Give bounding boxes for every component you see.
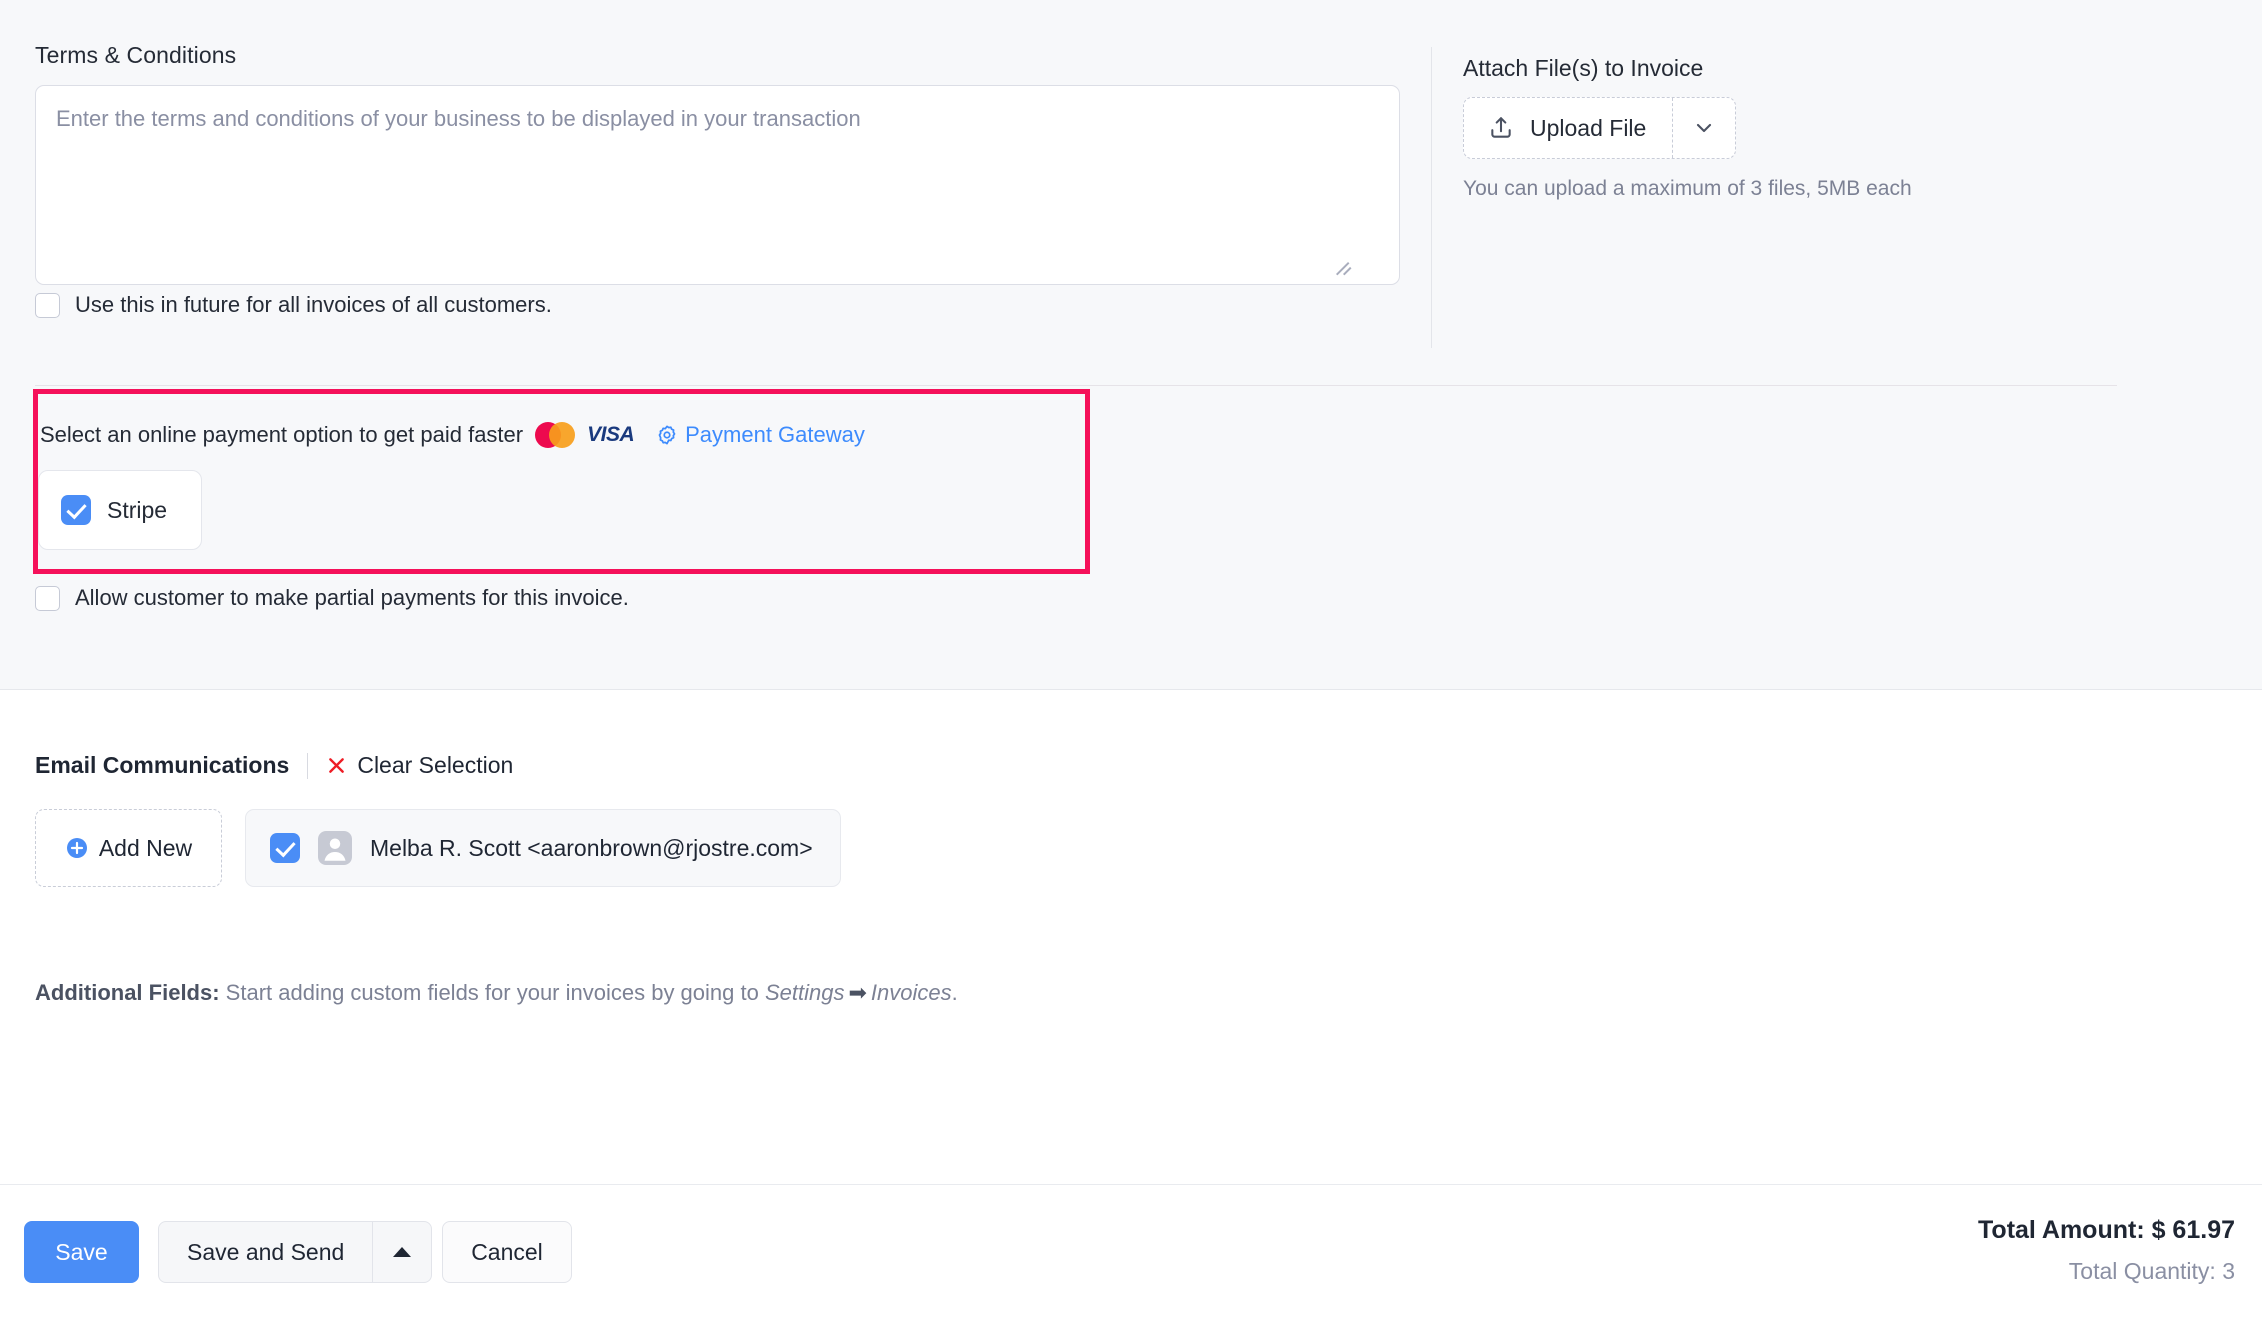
- additional-fields-suffix: .: [951, 980, 958, 1005]
- invoices-link[interactable]: Invoices: [871, 980, 952, 1005]
- payment-gateway-label: Payment Gateway: [685, 422, 865, 447]
- terms-and-attachments-section: Terms & Conditions Use this in future fo…: [0, 0, 2262, 690]
- total-amount: Total Amount: $ 61.97: [1978, 1216, 2235, 1244]
- arrow-right-icon: ➡: [848, 980, 867, 1005]
- upload-file-button[interactable]: Upload File: [1464, 98, 1674, 158]
- upload-file-button-group[interactable]: Upload File: [1463, 97, 1737, 159]
- chevron-down-icon: [1692, 116, 1716, 140]
- partial-payments-label: Allow customer to make partial payments …: [75, 585, 629, 610]
- save-and-send-options-button[interactable]: [373, 1222, 431, 1282]
- email-recipients-row: Add New Melba R. Scott <aaronbrown@rjost…: [35, 809, 841, 887]
- section-divider: [35, 385, 2117, 386]
- recipient-label: Melba R. Scott <aaronbrown@rjostre.com>: [370, 834, 813, 861]
- save-button[interactable]: Save: [24, 1221, 139, 1283]
- email-communications-section: Email Communications Clear Selection Add…: [0, 691, 2262, 1185]
- online-payment-highlight-box: Select an online payment option to get p…: [33, 389, 1090, 574]
- settings-link[interactable]: Settings: [765, 980, 845, 1005]
- upload-options-button[interactable]: [1673, 98, 1735, 158]
- upload-icon: [1488, 115, 1514, 141]
- payment-gateway-link[interactable]: Payment Gateway: [656, 422, 865, 448]
- attach-files-label: Attach File(s) to Invoice: [1463, 55, 1704, 81]
- recipient-checkbox[interactable]: [270, 833, 300, 863]
- cancel-button[interactable]: Cancel: [442, 1221, 572, 1283]
- payment-prompt-row: Select an online payment option to get p…: [40, 422, 865, 448]
- totals-summary: Total Amount: $ 61.97 Total Quantity: 3: [1978, 1216, 2235, 1285]
- mastercard-logo-icon: [535, 422, 576, 448]
- reuse-terms-checkbox[interactable]: [35, 292, 60, 318]
- attach-files-group: Attach File(s) to Invoice Upload File Yo…: [1463, 55, 1912, 201]
- terms-conditions-label: Terms & Conditions: [35, 42, 237, 68]
- visa-logo-icon: VISA: [587, 423, 635, 446]
- gear-icon: [656, 424, 678, 446]
- total-quantity: Total Quantity: 3: [2068, 1258, 2235, 1284]
- partial-payments-checkbox-row[interactable]: Allow customer to make partial payments …: [35, 585, 629, 611]
- bottom-action-bar: Save Save and Send Cancel Total Amount: …: [0, 1186, 2262, 1318]
- header-separator: [307, 752, 309, 779]
- clear-selection-label: Clear Selection: [357, 752, 514, 778]
- terms-conditions-field-group: Terms & Conditions: [35, 42, 1400, 290]
- vertical-divider: [1431, 47, 1432, 348]
- additional-fields-hint: Additional Fields: Start adding custom f…: [35, 980, 958, 1006]
- reuse-terms-checkbox-row[interactable]: Use this in future for all invoices of a…: [35, 292, 552, 318]
- add-new-recipient-button[interactable]: Add New: [35, 809, 222, 887]
- reuse-terms-label: Use this in future for all invoices of a…: [75, 292, 552, 317]
- user-avatar-icon: [318, 831, 352, 865]
- additional-fields-text: Start adding custom fields for your invo…: [219, 980, 765, 1005]
- additional-fields-prefix: Additional Fields:: [35, 980, 220, 1005]
- stripe-payment-option[interactable]: Stripe: [38, 470, 202, 550]
- close-x-icon: [326, 755, 347, 776]
- upload-file-label: Upload File: [1530, 114, 1647, 141]
- save-and-send-button[interactable]: Save and Send: [159, 1222, 374, 1282]
- terms-conditions-textarea[interactable]: [35, 85, 1400, 285]
- stripe-label: Stripe: [107, 496, 168, 523]
- list-item[interactable]: Melba R. Scott <aaronbrown@rjostre.com>: [245, 809, 841, 887]
- save-and-send-button-group[interactable]: Save and Send: [158, 1221, 433, 1283]
- plus-circle-icon: [65, 836, 89, 860]
- add-new-label: Add New: [98, 834, 193, 861]
- email-communications-header: Email Communications Clear Selection: [35, 752, 513, 779]
- email-communications-title: Email Communications: [35, 752, 290, 778]
- partial-payments-checkbox[interactable]: [35, 585, 60, 611]
- stripe-checkbox[interactable]: [61, 495, 91, 525]
- attach-files-hint: You can upload a maximum of 3 files, 5MB…: [1463, 177, 1912, 200]
- clear-selection-button[interactable]: Clear Selection: [326, 752, 513, 779]
- payment-prompt-text: Select an online payment option to get p…: [40, 422, 524, 447]
- caret-up-icon: [393, 1247, 412, 1257]
